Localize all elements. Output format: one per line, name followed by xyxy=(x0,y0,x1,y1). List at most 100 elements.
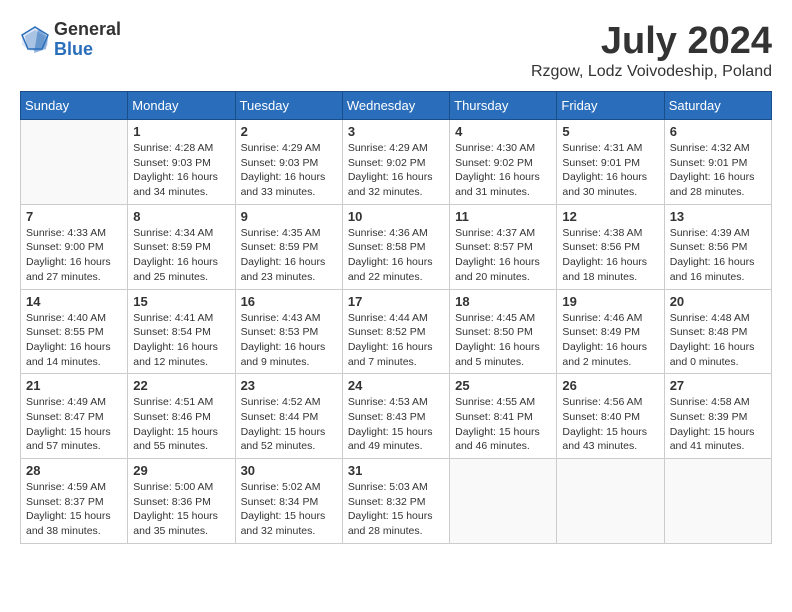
day-number: 28 xyxy=(26,463,122,478)
day-number: 18 xyxy=(455,294,551,309)
calendar-day-cell: 28 Sunrise: 4:59 AM Sunset: 8:37 PM Dayli… xyxy=(21,459,128,544)
calendar-day-cell xyxy=(557,459,664,544)
header: General Blue July 2024 Rzgow, Lodz Voivo… xyxy=(20,20,772,81)
calendar-day-cell: 25Sunrise: 4:55 AM Sunset: 8:41 PM Dayli… xyxy=(450,374,557,459)
day-number: 20 xyxy=(670,294,766,309)
day-info: Sunrise: 4:49 AM Sunset: 8:47 PM Dayligh… xyxy=(26,395,122,454)
calendar-day-cell: 3 Sunrise: 4:29 AM Sunset: 9:02 PM Daylig… xyxy=(342,120,449,205)
day-number: 27 xyxy=(670,378,766,393)
day-info: Sunrise: 4:31 AM Sunset: 9:01 PM Dayligh… xyxy=(562,141,658,200)
day-number: 22 xyxy=(133,378,229,393)
day-number: 7 xyxy=(26,209,122,224)
day-info: Sunrise: 4:39 AM Sunset: 8:56 PM Dayligh… xyxy=(670,226,766,285)
day-number: 4 xyxy=(455,124,551,139)
calendar-header-cell: Monday xyxy=(128,92,235,120)
day-info: Sunrise: 4:59 AM Sunset: 8:37 PM Dayligh… xyxy=(26,480,122,539)
logo-text: General Blue xyxy=(54,20,121,60)
calendar-header-cell: Thursday xyxy=(450,92,557,120)
day-number: 17 xyxy=(348,294,444,309)
calendar-day-cell: 9Sunrise: 4:35 AM Sunset: 8:59 PM Daylig… xyxy=(235,204,342,289)
calendar-day-cell: 21 Sunrise: 4:49 AM Sunset: 8:47 PM Dayli… xyxy=(21,374,128,459)
day-number: 6 xyxy=(670,124,766,139)
day-number: 8 xyxy=(133,209,229,224)
day-number: 24 xyxy=(348,378,444,393)
calendar-day-cell xyxy=(450,459,557,544)
calendar-day-cell: 12Sunrise: 4:38 AM Sunset: 8:56 PM Dayli… xyxy=(557,204,664,289)
calendar-week-row: 14 Sunrise: 4:40 AM Sunset: 8:55 PM Dayli… xyxy=(21,289,772,374)
calendar-day-cell: 29 Sunrise: 5:00 AM Sunset: 8:36 PM Dayli… xyxy=(128,459,235,544)
day-number: 26 xyxy=(562,378,658,393)
calendar-day-cell: 23 Sunrise: 4:52 AM Sunset: 8:44 PM Dayli… xyxy=(235,374,342,459)
calendar-week-row: 1Sunrise: 4:28 AM Sunset: 9:03 PM Daylig… xyxy=(21,120,772,205)
calendar-day-cell xyxy=(664,459,771,544)
day-number: 15 xyxy=(133,294,229,309)
calendar-day-cell: 20 Sunrise: 4:48 AM Sunset: 8:48 PM Dayli… xyxy=(664,289,771,374)
day-number: 5 xyxy=(562,124,658,139)
calendar-day-cell: 1Sunrise: 4:28 AM Sunset: 9:03 PM Daylig… xyxy=(128,120,235,205)
location-title: Rzgow, Lodz Voivodeship, Poland xyxy=(531,63,772,81)
day-number: 23 xyxy=(241,378,337,393)
day-info: Sunrise: 4:51 AM Sunset: 8:46 PM Dayligh… xyxy=(133,395,229,454)
calendar-body: 1Sunrise: 4:28 AM Sunset: 9:03 PM Daylig… xyxy=(21,120,772,544)
day-info: Sunrise: 4:41 AM Sunset: 8:54 PM Dayligh… xyxy=(133,311,229,370)
calendar-day-cell: 18 Sunrise: 4:45 AM Sunset: 8:50 PM Dayli… xyxy=(450,289,557,374)
calendar-table: SundayMondayTuesdayWednesdayThursdayFrid… xyxy=(20,91,772,544)
calendar-week-row: 21 Sunrise: 4:49 AM Sunset: 8:47 PM Dayli… xyxy=(21,374,772,459)
calendar-day-cell: 13 Sunrise: 4:39 AM Sunset: 8:56 PM Dayli… xyxy=(664,204,771,289)
day-number: 19 xyxy=(562,294,658,309)
calendar-header-cell: Tuesday xyxy=(235,92,342,120)
day-number: 9 xyxy=(241,209,337,224)
day-info: Sunrise: 4:33 AM Sunset: 9:00 PM Dayligh… xyxy=(26,226,122,285)
logo-icon xyxy=(20,25,50,55)
calendar-day-cell: 8 Sunrise: 4:34 AM Sunset: 8:59 PM Daylig… xyxy=(128,204,235,289)
month-title: July 2024 xyxy=(531,20,772,63)
calendar-header-cell: Friday xyxy=(557,92,664,120)
calendar-day-cell: 15 Sunrise: 4:41 AM Sunset: 8:54 PM Dayli… xyxy=(128,289,235,374)
calendar-day-cell: 5 Sunrise: 4:31 AM Sunset: 9:01 PM Daylig… xyxy=(557,120,664,205)
day-info: Sunrise: 4:34 AM Sunset: 8:59 PM Dayligh… xyxy=(133,226,229,285)
day-info: Sunrise: 4:38 AM Sunset: 8:56 PM Dayligh… xyxy=(562,226,658,285)
calendar-day-cell: 24 Sunrise: 4:53 AM Sunset: 8:43 PM Dayli… xyxy=(342,374,449,459)
calendar-header-cell: Sunday xyxy=(21,92,128,120)
day-number: 3 xyxy=(348,124,444,139)
day-info: Sunrise: 5:03 AM Sunset: 8:32 PM Dayligh… xyxy=(348,480,444,539)
day-info: Sunrise: 4:32 AM Sunset: 9:01 PM Dayligh… xyxy=(670,141,766,200)
calendar-day-cell: 6 Sunrise: 4:32 AM Sunset: 9:01 PM Daylig… xyxy=(664,120,771,205)
calendar-day-cell: 27Sunrise: 4:58 AM Sunset: 8:39 PM Dayli… xyxy=(664,374,771,459)
logo-general: General xyxy=(54,20,121,40)
day-number: 14 xyxy=(26,294,122,309)
day-number: 25 xyxy=(455,378,551,393)
day-number: 29 xyxy=(133,463,229,478)
day-info: Sunrise: 4:52 AM Sunset: 8:44 PM Dayligh… xyxy=(241,395,337,454)
day-number: 31 xyxy=(348,463,444,478)
logo-blue: Blue xyxy=(54,40,121,60)
calendar-day-cell: 30Sunrise: 5:02 AM Sunset: 8:34 PM Dayli… xyxy=(235,459,342,544)
day-info: Sunrise: 4:56 AM Sunset: 8:40 PM Dayligh… xyxy=(562,395,658,454)
day-number: 13 xyxy=(670,209,766,224)
day-info: Sunrise: 4:53 AM Sunset: 8:43 PM Dayligh… xyxy=(348,395,444,454)
calendar-day-cell xyxy=(21,120,128,205)
calendar-header-row: SundayMondayTuesdayWednesdayThursdayFrid… xyxy=(21,92,772,120)
day-info: Sunrise: 5:00 AM Sunset: 8:36 PM Dayligh… xyxy=(133,480,229,539)
day-info: Sunrise: 4:37 AM Sunset: 8:57 PM Dayligh… xyxy=(455,226,551,285)
title-area: July 2024 Rzgow, Lodz Voivodeship, Polan… xyxy=(531,20,772,81)
calendar-day-cell: 26 Sunrise: 4:56 AM Sunset: 8:40 PM Dayli… xyxy=(557,374,664,459)
calendar-header-cell: Saturday xyxy=(664,92,771,120)
day-number: 1 xyxy=(133,124,229,139)
calendar-day-cell: 2Sunrise: 4:29 AM Sunset: 9:03 PM Daylig… xyxy=(235,120,342,205)
day-info: Sunrise: 4:44 AM Sunset: 8:52 PM Dayligh… xyxy=(348,311,444,370)
calendar-header: SundayMondayTuesdayWednesdayThursdayFrid… xyxy=(21,92,772,120)
day-info: Sunrise: 4:29 AM Sunset: 9:02 PM Dayligh… xyxy=(348,141,444,200)
day-info: Sunrise: 4:48 AM Sunset: 8:48 PM Dayligh… xyxy=(670,311,766,370)
day-number: 21 xyxy=(26,378,122,393)
day-number: 30 xyxy=(241,463,337,478)
calendar-day-cell: 11Sunrise: 4:37 AM Sunset: 8:57 PM Dayli… xyxy=(450,204,557,289)
calendar-day-cell: 4Sunrise: 4:30 AM Sunset: 9:02 PM Daylig… xyxy=(450,120,557,205)
day-info: Sunrise: 4:40 AM Sunset: 8:55 PM Dayligh… xyxy=(26,311,122,370)
calendar-day-cell: 14 Sunrise: 4:40 AM Sunset: 8:55 PM Dayli… xyxy=(21,289,128,374)
calendar-day-cell: 7 Sunrise: 4:33 AM Sunset: 9:00 PM Daylig… xyxy=(21,204,128,289)
day-info: Sunrise: 4:45 AM Sunset: 8:50 PM Dayligh… xyxy=(455,311,551,370)
calendar-day-cell: 19Sunrise: 4:46 AM Sunset: 8:49 PM Dayli… xyxy=(557,289,664,374)
calendar-day-cell: 16Sunrise: 4:43 AM Sunset: 8:53 PM Dayli… xyxy=(235,289,342,374)
calendar-day-cell: 31 Sunrise: 5:03 AM Sunset: 8:32 PM Dayli… xyxy=(342,459,449,544)
